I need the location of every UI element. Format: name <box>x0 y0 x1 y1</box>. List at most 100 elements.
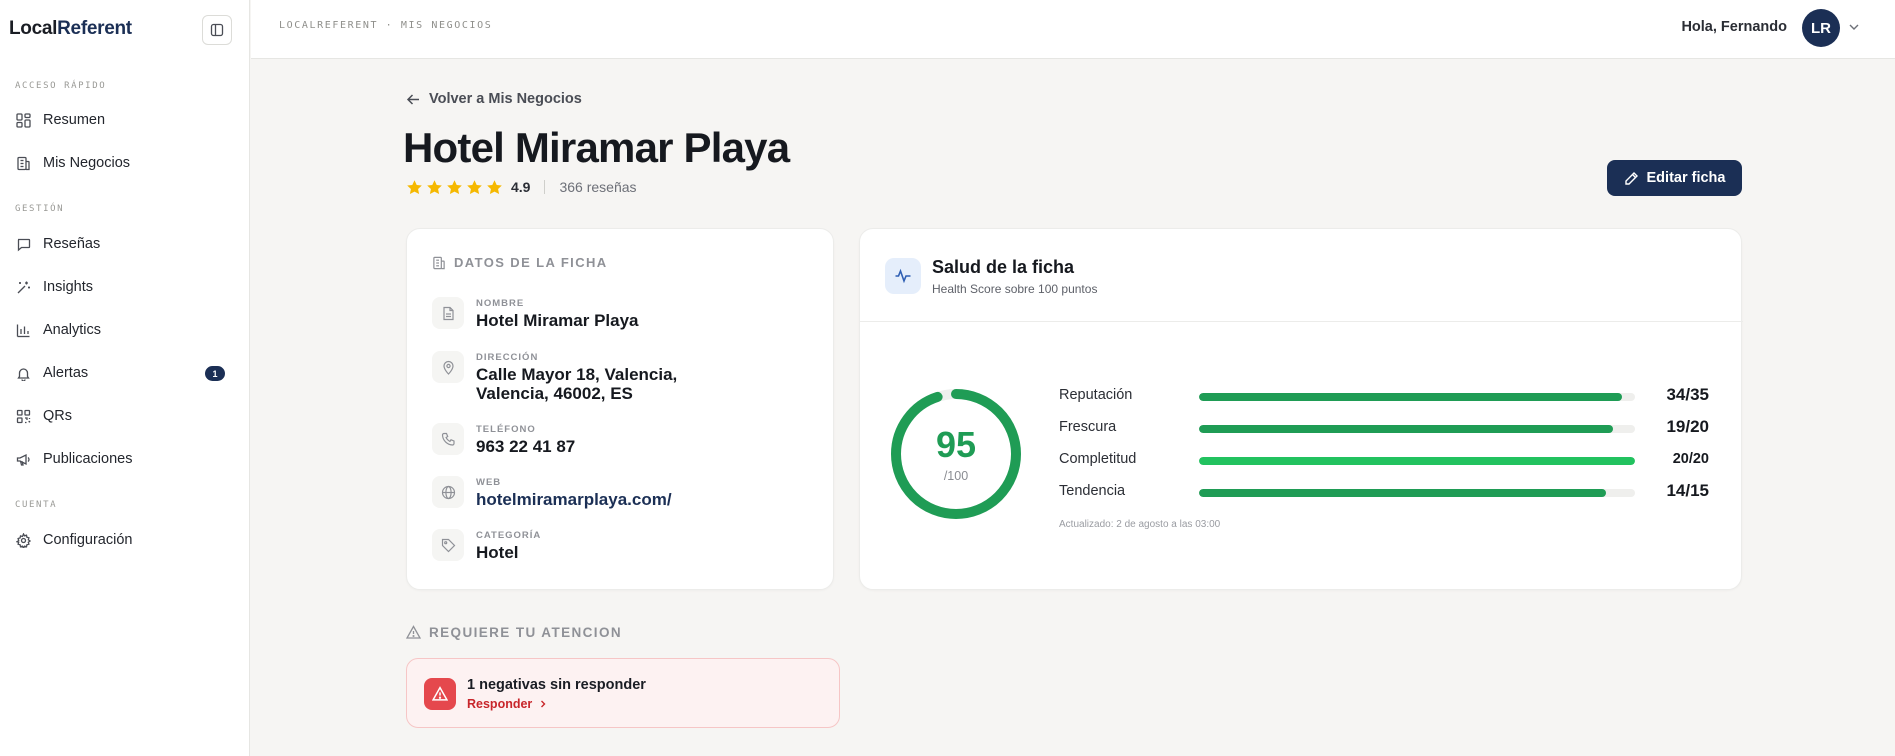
sidebar-item-qrs[interactable]: QRs <box>0 399 249 433</box>
page-title: Hotel Miramar Playa <box>403 124 790 171</box>
health-score-max: /100 <box>943 469 969 483</box>
sidebar-item-label: Alertas <box>43 365 89 381</box>
sidebar-item-label: Analytics <box>43 322 102 338</box>
field-label: CATEGORÍA <box>476 530 542 541</box>
star-icon <box>427 179 442 194</box>
map-pin-icon <box>432 351 464 383</box>
health-card-title: Salud de la ficha <box>932 257 1075 277</box>
field-telefono: TELÉFONO 963 22 41 87 <box>432 423 575 456</box>
bell-icon <box>15 365 31 381</box>
health-score-value: 95 <box>935 424 977 465</box>
metric-value: 34/35 <box>1666 385 1709 404</box>
field-categoria: CATEGORÍA Hotel <box>432 529 541 562</box>
metric-value: 20/20 <box>1672 451 1709 467</box>
sidebar-item-resumen[interactable]: Resumen <box>0 103 249 137</box>
metric-label: Frescura <box>1059 419 1117 435</box>
field-label: NOMBRE <box>476 298 525 309</box>
field-nombre: NOMBRE Hotel Miramar Playa <box>432 297 639 330</box>
review-count: 366 reseñas <box>559 179 637 195</box>
field-value: Hotel Miramar Playa <box>476 311 639 330</box>
brand-logo[interactable]: LocalReferent <box>9 18 132 40</box>
metric-progress-track <box>1199 425 1635 433</box>
sidebar-item-label: Configuración <box>43 532 133 548</box>
sidebar-item-mis-negocios[interactable]: Mis Negocios <box>0 146 249 180</box>
edit-listing-button[interactable]: Editar ficha <box>1607 160 1742 196</box>
listing-data-heading-text: DATOS DE LA FICHA <box>454 255 608 270</box>
section-label-quick: ACCESO RÁPIDO <box>15 81 107 91</box>
field-value: 963 22 41 87 <box>476 437 576 456</box>
section-label-management: GESTIÓN <box>15 204 65 214</box>
metric-completitud: Completitud 20/20 <box>1059 449 1709 471</box>
star-icon <box>447 179 462 194</box>
rating-stars <box>406 179 503 196</box>
back-to-businesses-link[interactable]: Volver a Mis Negocios <box>406 91 582 107</box>
field-label: DIRECCIÓN <box>476 352 539 363</box>
respond-link[interactable]: Responder <box>467 697 548 711</box>
health-card-header: Salud de la ficha Health Score sobre 100… <box>860 229 1743 322</box>
field-value-line2: Valencia, 46002, ES <box>476 384 633 403</box>
respond-link-label: Responder <box>467 697 533 711</box>
document-icon <box>432 297 464 329</box>
message-icon <box>15 236 31 252</box>
tag-icon <box>432 529 464 561</box>
field-web: WEB hotelmiramarplaya.com/ <box>432 476 672 509</box>
gear-icon <box>15 532 31 548</box>
sidebar-item-insights[interactable]: Insights <box>0 270 249 304</box>
sidebar-item-analytics[interactable]: Analytics <box>0 313 249 347</box>
sidebar-item-label: Publicaciones <box>43 451 133 467</box>
alerts-count-badge: 1 <box>205 366 225 381</box>
field-value: Hotel <box>476 543 519 562</box>
chevron-down-icon[interactable] <box>1847 20 1861 34</box>
field-label: TELÉFONO <box>476 424 536 435</box>
negative-reviews-alert[interactable]: 1 negativas sin responder Responder <box>406 658 840 728</box>
arrow-left-icon <box>406 93 419 105</box>
sidebar-item-publicaciones[interactable]: Publicaciones <box>0 442 249 476</box>
star-icon <box>407 179 422 194</box>
metric-progress-track <box>1199 393 1635 401</box>
health-card-subtitle: Health Score sobre 100 puntos <box>932 282 1098 296</box>
metric-progress-fill <box>1199 393 1623 401</box>
sidebar-item-label: QRs <box>43 408 72 424</box>
back-link-label: Volver a Mis Negocios <box>429 91 582 107</box>
listing-data-heading: DATOS DE LA FICHA <box>432 255 608 270</box>
pencil-icon <box>1624 171 1638 185</box>
metric-progress-fill <box>1199 425 1614 433</box>
sidebar-item-label: Reseñas <box>43 236 101 252</box>
metric-value: 19/20 <box>1666 417 1709 436</box>
sidebar-item-label: Resumen <box>43 112 106 128</box>
field-label: WEB <box>476 477 502 488</box>
chevron-right-icon <box>541 700 546 708</box>
star-icon <box>487 179 502 194</box>
sidebar-item-label: Insights <box>43 279 93 295</box>
top-bar: LOCALREFERENT · MIS NEGOCIOS Hola, Ferna… <box>251 0 1895 59</box>
section-label-account: CUENTA <box>15 500 58 510</box>
metric-value: 14/15 <box>1666 481 1709 500</box>
brand-text-referent: Referent <box>57 18 132 39</box>
website-link[interactable]: hotelmiramarplaya.com/ <box>476 490 672 509</box>
grid-icon <box>15 112 31 128</box>
sidebar-toggle-icon <box>210 23 224 37</box>
sidebar-collapse-button[interactable] <box>202 15 232 45</box>
brand-text-local: Local <box>9 18 58 39</box>
phone-icon <box>432 423 464 455</box>
sidebar-item-alertas[interactable]: Alertas 1 <box>0 356 249 390</box>
edit-button-label: Editar ficha <box>1646 170 1726 186</box>
metric-reputacion: Reputación 34/35 <box>1059 385 1709 407</box>
listing-data-card: DATOS DE LA FICHA NOMBRE Hotel Miramar P… <box>406 228 834 590</box>
health-score-card: Salud de la ficha Health Score sobre 100… <box>859 228 1743 590</box>
metric-progress-track <box>1199 489 1635 497</box>
sidebar-item-resenas[interactable]: Reseñas <box>0 227 249 261</box>
metric-progress-fill <box>1199 457 1635 465</box>
megaphone-icon <box>15 451 31 467</box>
attention-heading: REQUIERE TU ATENCION <box>406 625 622 640</box>
globe-icon <box>432 476 464 508</box>
metric-progress-track <box>1199 457 1635 465</box>
metric-label: Reputación <box>1059 387 1133 403</box>
bar-chart-icon <box>15 322 31 338</box>
attention-heading-text: REQUIERE TU ATENCION <box>429 625 623 640</box>
last-updated-text: Actualizado: 2 de agosto a las 03:00 <box>1059 519 1221 530</box>
sidebar-item-configuracion[interactable]: Configuración <box>0 523 249 557</box>
rating-divider <box>544 180 546 194</box>
avatar[interactable]: LR <box>1802 9 1840 47</box>
metric-frescura: Frescura 19/20 <box>1059 417 1709 439</box>
